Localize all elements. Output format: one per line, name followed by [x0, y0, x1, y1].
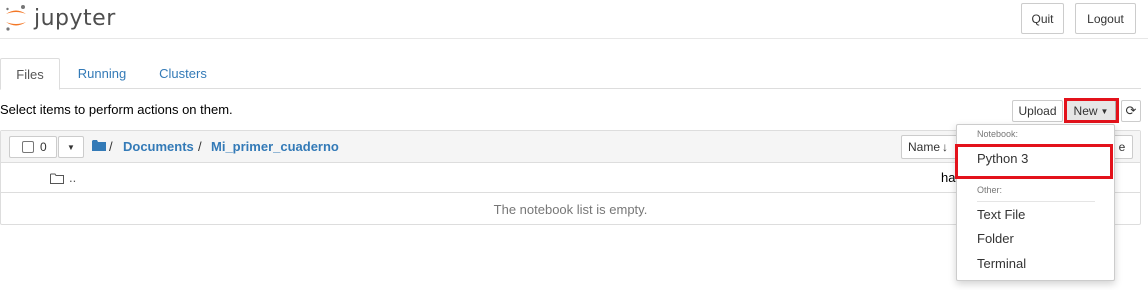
other-header: Other:: [977, 185, 1003, 195]
folder-icon[interactable]: [92, 139, 106, 154]
tab-bar: Files Running Clusters: [0, 58, 1141, 90]
jupyter-logo[interactable]: jupyter: [4, 4, 116, 32]
breadcrumb-documents[interactable]: Documents: [123, 139, 194, 154]
selected-count: 0: [40, 140, 47, 154]
quit-button[interactable]: Quit: [1021, 3, 1064, 34]
logout-button[interactable]: Logout: [1075, 3, 1136, 34]
select-all-checkbox[interactable]: 0: [9, 136, 57, 158]
modified-partial-text: ha: [941, 170, 956, 185]
menu-item-text-file[interactable]: Text File: [977, 207, 1025, 222]
menu-item-folder[interactable]: Folder: [977, 231, 1014, 246]
new-button-highlight: [1064, 98, 1119, 123]
tab-clusters[interactable]: Clusters: [147, 58, 219, 89]
selection-hint: Select items to perform actions on them.: [0, 102, 233, 117]
upload-button[interactable]: Upload: [1012, 100, 1063, 122]
arrow-down-icon: ↓: [942, 140, 949, 154]
select-dropdown-button[interactable]: ▼: [58, 136, 84, 158]
sort-name-label: Name: [908, 140, 941, 154]
menu-item-terminal[interactable]: Terminal: [977, 256, 1026, 271]
menu-divider: [977, 201, 1095, 202]
checkbox-icon: [22, 141, 34, 153]
breadcrumb-separator: /: [198, 139, 202, 154]
jupyter-logo-icon: [4, 4, 28, 32]
caret-down-icon: ▼: [67, 142, 75, 152]
python3-highlight: [955, 144, 1113, 179]
refresh-button[interactable]: ⟳: [1121, 100, 1141, 122]
breadcrumb-separator: /: [109, 139, 113, 154]
folder-outline-icon: [50, 172, 64, 187]
breadcrumb-current[interactable]: Mi_primer_cuaderno: [211, 139, 339, 154]
sort-by-name-button[interactable]: Name ↓: [901, 135, 959, 159]
tab-files[interactable]: Files: [0, 58, 60, 90]
refresh-icon: ⟳: [1125, 103, 1137, 118]
parent-dir-label: ..: [69, 170, 77, 185]
logo-text: jupyter: [34, 5, 116, 31]
sort-partial-text: e: [1118, 140, 1126, 154]
header: jupyter Quit Logout: [0, 0, 1148, 39]
notebook-header: Notebook:: [977, 129, 1019, 139]
tab-running[interactable]: Running: [66, 58, 138, 89]
